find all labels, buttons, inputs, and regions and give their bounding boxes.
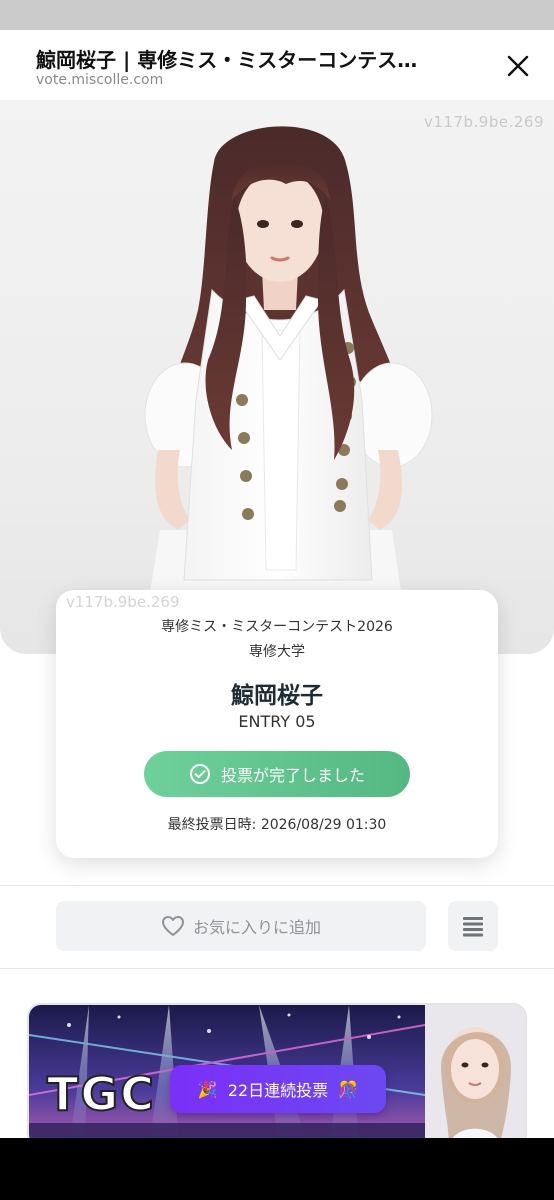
vote-complete-button[interactable]: 投票が完了しました [144, 751, 410, 797]
check-circle-icon [189, 764, 210, 784]
heart-icon [161, 916, 184, 936]
banner-logo: TGC [46, 1066, 156, 1122]
close-button[interactable] [500, 48, 536, 84]
divider [0, 885, 554, 886]
vote-button-label: 投票が完了しました [220, 766, 365, 785]
status-strip [0, 0, 554, 30]
party-popper-icon: 🎉 [197, 1079, 218, 1099]
entry-number: ENTRY 05 [238, 712, 316, 731]
system-navigation-bar [0, 1138, 554, 1200]
school-name: 専修大学 [249, 644, 305, 660]
profile-card: 専修ミス・ミスターコンテスト2026 専修大学 鯨岡桜子 ENTRY 05 投票… [56, 590, 498, 858]
favorite-label: お気に入りに追加 [192, 918, 321, 937]
profile-photo: v117b.9be.269 [0, 100, 554, 654]
browser-header: 鯨岡桜子 | 専修ミス・ミスターコンテス… vote.miscolle.com [0, 30, 554, 100]
card-watermark: v117b.9be.269 [66, 593, 180, 611]
menu-icon [463, 917, 483, 937]
page-title: 鯨岡桜子 | 専修ミス・ミスターコンテス… [36, 48, 418, 72]
hero-watermark: v117b.9be.269 [424, 113, 544, 131]
streak-badge: 🎉 22日連続投票 🎊 [170, 1065, 386, 1113]
divider [0, 968, 554, 969]
streak-label: 22日連続投票 [227, 1081, 329, 1100]
menu-button[interactable] [448, 901, 498, 951]
add-favorite-button[interactable]: お気に入りに追加 [56, 901, 426, 951]
event-banner[interactable]: TGC 🎉 22日連続投票 🎊 [27, 1003, 527, 1148]
contestant-name: 鯨岡桜子 [231, 683, 323, 709]
last-vote-time: 最終投票日時: 2026/08/29 01:30 [167, 817, 387, 833]
app-root: 鯨岡桜子 | 専修ミス・ミスターコンテス… vote.miscolle.com [0, 0, 554, 1200]
confetti-icon: 🎊 [338, 1079, 359, 1099]
close-icon [507, 55, 529, 77]
portrait-illustration [140, 126, 433, 654]
contest-name: 専修ミス・ミスターコンテスト2026 [161, 619, 393, 635]
page-url: vote.miscolle.com [36, 72, 164, 88]
